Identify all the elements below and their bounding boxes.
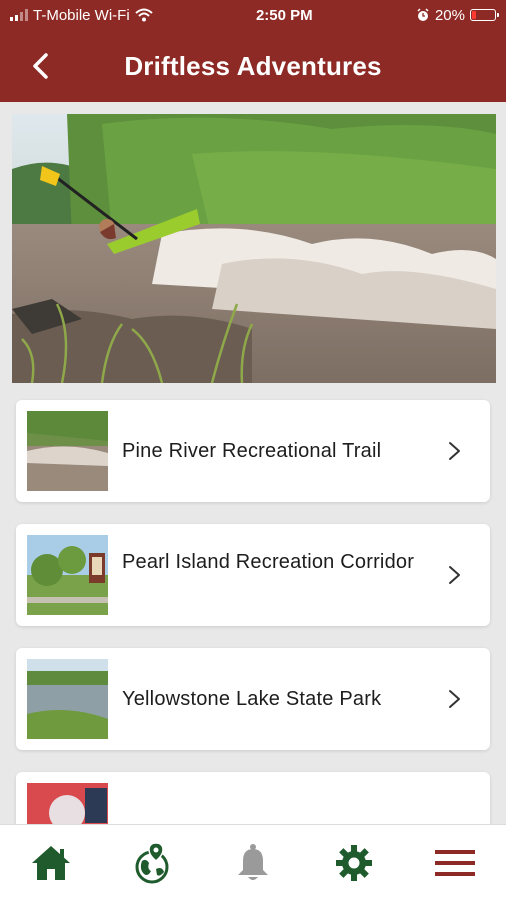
gear-icon — [336, 844, 373, 881]
hero-image — [12, 114, 496, 383]
list-item[interactable]: Pearl Island Recreation Corridor — [16, 524, 490, 626]
tab-settings[interactable] — [326, 835, 382, 891]
battery-level — [472, 11, 477, 19]
tab-notifications[interactable] — [225, 835, 281, 891]
status-time: 2:50 PM — [255, 6, 313, 24]
list-item[interactable]: Yellowstone Lake State Park — [16, 648, 490, 750]
nav-bar: Driftless Adventures — [0, 30, 506, 102]
battery-icon — [470, 9, 499, 21]
home-icon — [31, 845, 70, 880]
status-right: 20% — [416, 6, 499, 24]
chevron-right-icon — [449, 442, 460, 460]
list-item-thumbnail — [27, 659, 108, 739]
status-left: T-Mobile Wi-Fi — [10, 7, 153, 24]
signal-icon — [10, 9, 28, 21]
back-button[interactable] — [26, 52, 54, 80]
chevron-right-icon — [449, 566, 460, 584]
tab-menu[interactable] — [427, 835, 483, 891]
list-item-label: Pearl Island Recreation Corridor — [122, 551, 415, 573]
menu-icon — [435, 849, 476, 876]
list-item-label: Pine River Recreational Trail — [122, 440, 382, 462]
chevron-right-icon — [449, 690, 460, 708]
recreation-corridor-thumbnail — [27, 535, 108, 615]
battery-percent: 20% — [434, 6, 465, 24]
kayaker-rapids-image — [12, 114, 496, 383]
tab-bar — [0, 824, 506, 900]
list-item-thumbnail — [27, 535, 108, 615]
river-trail-thumbnail — [27, 411, 108, 491]
wifi-icon — [135, 8, 153, 22]
status-bar: T-Mobile Wi-Fi 2:50 PM 20% — [0, 0, 506, 30]
alarm-icon — [417, 8, 429, 21]
globe-pin-icon — [135, 841, 169, 883]
bell-icon — [237, 843, 268, 880]
page-title: Driftless Adventures — [124, 50, 382, 81]
app-header: T-Mobile Wi-Fi 2:50 PM 20% Driftless Adv… — [0, 0, 506, 102]
tab-map[interactable] — [124, 835, 180, 891]
chevron-left-icon — [33, 53, 48, 79]
lake-park-thumbnail — [27, 659, 108, 739]
list-item-label: Yellowstone Lake State Park — [122, 688, 382, 710]
carrier-label: T-Mobile Wi-Fi — [33, 6, 130, 24]
list-item-thumbnail — [27, 411, 108, 491]
list-item[interactable]: Pine River Recreational Trail — [16, 400, 490, 502]
tab-home[interactable] — [23, 835, 79, 891]
